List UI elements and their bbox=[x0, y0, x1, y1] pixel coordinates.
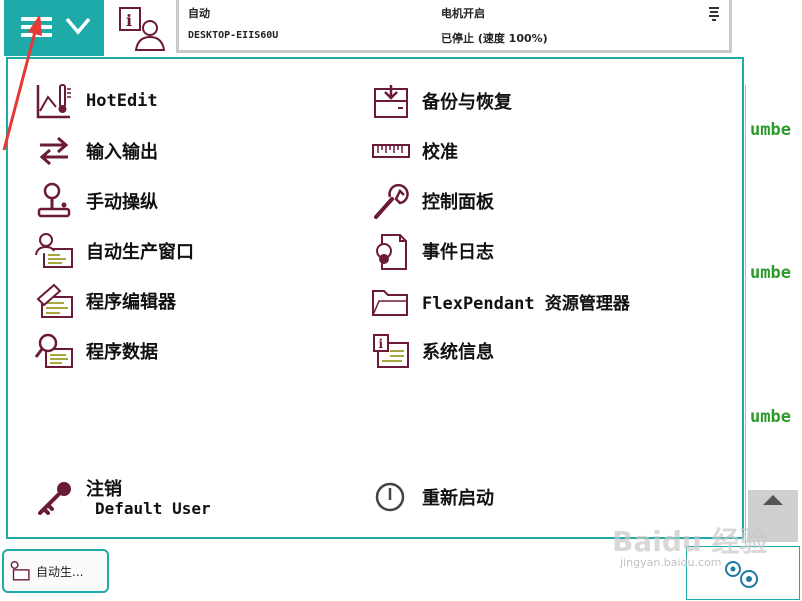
menu-item-program-data[interactable]: 程序数据 bbox=[34, 331, 158, 371]
restart-label: 重新启动 bbox=[422, 488, 494, 509]
program-data-icon bbox=[34, 333, 73, 368]
wrench-icon bbox=[374, 183, 409, 219]
system-info-icon: i bbox=[373, 334, 409, 368]
code-snippet: umbe bbox=[750, 263, 791, 283]
menu-item-label: 系统信息 bbox=[422, 342, 494, 363]
menu-item-jogging[interactable]: 手动操纵 bbox=[34, 181, 158, 221]
annotation-arrow-icon bbox=[2, 14, 42, 151]
current-user-name: Default User bbox=[95, 499, 211, 518]
svg-text:i: i bbox=[126, 11, 132, 30]
menu-item-label: HotEdit bbox=[86, 91, 158, 111]
menu-item-label: 输入输出 bbox=[86, 142, 158, 163]
production-window-icon bbox=[35, 233, 73, 268]
menu-item-flexpendant-explorer[interactable]: FlexPendant 资源管理器 bbox=[370, 281, 630, 321]
chevron-down-icon bbox=[65, 17, 91, 35]
menu-item-label: FlexPendant 资源管理器 bbox=[422, 293, 630, 314]
restart-button[interactable]: 重新启动 bbox=[370, 477, 494, 517]
triangle-up-icon bbox=[763, 495, 783, 505]
taskbar-production-window[interactable]: 自动生... bbox=[2, 549, 109, 593]
menu-item-label: 校准 bbox=[422, 142, 458, 163]
menu-item-control-panel[interactable]: 控制面板 bbox=[370, 181, 494, 221]
status-bar: 自动 DESKTOP-EIIS60U 电机开启 已停止 (速度 100%) bbox=[176, 0, 732, 53]
operating-mode: 自动 bbox=[188, 7, 210, 20]
folder-icon bbox=[372, 290, 408, 316]
menu-item-label: 程序数据 bbox=[86, 342, 158, 363]
calibration-ruler-icon bbox=[372, 144, 410, 158]
menu-item-label: 事件日志 bbox=[422, 242, 494, 263]
key-icon bbox=[38, 482, 71, 515]
menu-item-label: 程序编辑器 bbox=[86, 292, 176, 313]
background-editor-pane: umbe umbe umbe bbox=[745, 85, 802, 545]
baidu-watermark-url: jingyan.baidu.com bbox=[620, 556, 722, 569]
menu-item-label: 控制面板 bbox=[422, 192, 494, 213]
gear-icon bbox=[725, 561, 758, 588]
logoff-label: 注销 bbox=[86, 479, 122, 500]
jogging-icon bbox=[37, 182, 71, 218]
code-snippet: umbe bbox=[750, 120, 791, 140]
close-window-icon[interactable] bbox=[707, 6, 721, 24]
production-window-icon bbox=[10, 560, 30, 581]
backup-restore-icon bbox=[374, 85, 408, 118]
menu-item-backup-restore[interactable]: 备份与恢复 bbox=[370, 81, 512, 121]
event-log-icon bbox=[376, 234, 407, 270]
menu-item-label: 备份与恢复 bbox=[422, 92, 512, 113]
menu-item-event-log[interactable]: 事件日志 bbox=[370, 231, 494, 271]
controller-name: DESKTOP-EIIS60U bbox=[188, 30, 279, 41]
operator-info-icon[interactable]: i bbox=[116, 4, 168, 52]
power-icon bbox=[375, 482, 405, 512]
program-editor-icon bbox=[36, 283, 73, 318]
menu-item-label: 自动生产窗口 bbox=[86, 242, 194, 263]
menu-item-calibration[interactable]: 校准 bbox=[370, 131, 458, 171]
abb-main-menu: HotEdit 输入输出 手动操纵 自动生产窗口 程序编辑器 程序数据 备份与恢… bbox=[6, 57, 744, 539]
menu-item-production-window[interactable]: 自动生产窗口 bbox=[34, 231, 194, 271]
taskbar-item-label: 自动生... bbox=[36, 564, 84, 579]
run-status: 已停止 (速度 100%) bbox=[441, 32, 548, 45]
menu-item-program-editor[interactable]: 程序编辑器 bbox=[34, 281, 176, 321]
menu-item-label: 手动操纵 bbox=[86, 192, 158, 213]
menu-item-system-info[interactable]: i 系统信息 bbox=[370, 331, 494, 371]
code-snippet: umbe bbox=[750, 407, 791, 427]
motor-status: 电机开启 bbox=[441, 7, 485, 20]
svg-text:i: i bbox=[379, 337, 384, 351]
baidu-watermark: Baidu 经验 bbox=[612, 525, 768, 558]
